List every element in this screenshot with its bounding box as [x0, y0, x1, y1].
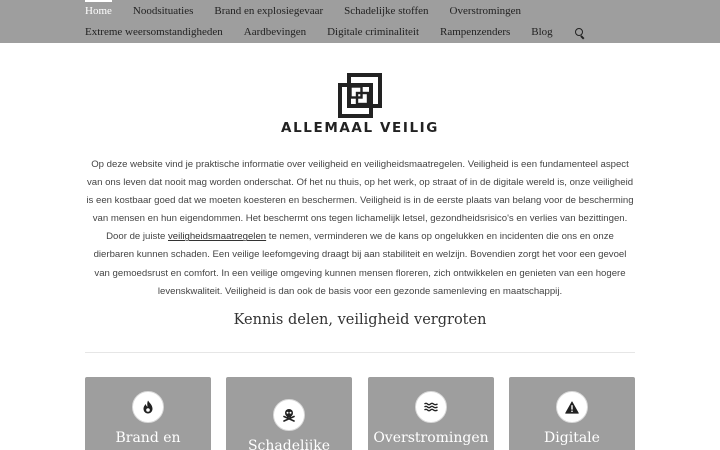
veiligheidsmaatregelen-link[interactable]: veiligheidsmaatregelen: [168, 231, 266, 242]
card-title: Schadelijke: [247, 438, 331, 450]
search-icon[interactable]: [574, 27, 585, 38]
divider: [85, 352, 635, 353]
nav-item-home[interactable]: Home: [85, 0, 112, 22]
nav-item-extreme-weersomstandigheden[interactable]: Extreme weersomstandigheden: [85, 22, 223, 43]
card-title: Digitale: [544, 430, 600, 446]
main-navigation: Home Noodsituaties Brand en explosiegeva…: [0, 0, 720, 43]
card-icon-circle: [132, 391, 164, 423]
card-digitale[interactable]: Digitale: [509, 377, 635, 450]
nav-item-overstromingen[interactable]: Overstromingen: [450, 1, 521, 22]
nav-row-2: Extreme weersomstandigheden Aardbevingen…: [85, 22, 585, 43]
card-brand[interactable]: Brand en: [85, 377, 211, 450]
nav-item-aardbevingen[interactable]: Aardbevingen: [244, 22, 306, 43]
card-icon-circle: [415, 391, 447, 423]
nav-item-brand-en-explosiegevaar[interactable]: Brand en explosiegevaar: [214, 1, 323, 22]
nav-item-schadelijke-stoffen[interactable]: Schadelijke stoffen: [344, 1, 428, 22]
intro-paragraph: Op deze website vind je praktische infor…: [85, 156, 635, 301]
card-title: Brand en: [115, 430, 181, 446]
card-schadelijke[interactable]: Schadelijke: [226, 377, 352, 450]
logo-icon[interactable]: [338, 73, 382, 118]
nav-item-digitale-criminaliteit[interactable]: Digitale criminaliteit: [327, 22, 419, 43]
intro-text-before: Op deze website vind je praktische infor…: [86, 159, 634, 243]
tagline: Kennis delen, veiligheid vergroten: [233, 312, 487, 328]
card-icon-circle: [273, 399, 305, 431]
skull-crossbones-icon: [283, 409, 295, 422]
nav-item-noodsituaties[interactable]: Noodsituaties: [133, 1, 194, 22]
card-title: Overstromingen: [373, 430, 489, 446]
fire-icon: [143, 400, 153, 414]
brand-name: ALLEMAAL VEILIG: [281, 120, 439, 136]
card-icon-circle: [556, 391, 588, 423]
nav-row-1: Home Noodsituaties Brand en explosiegeva…: [85, 0, 521, 22]
card-overstromingen[interactable]: Overstromingen: [368, 377, 494, 450]
water-waves-icon: [424, 402, 438, 412]
nav-item-blog[interactable]: Blog: [531, 22, 552, 43]
nav-item-rampenzenders[interactable]: Rampenzenders: [440, 22, 510, 43]
warning-triangle-icon: [565, 400, 579, 414]
